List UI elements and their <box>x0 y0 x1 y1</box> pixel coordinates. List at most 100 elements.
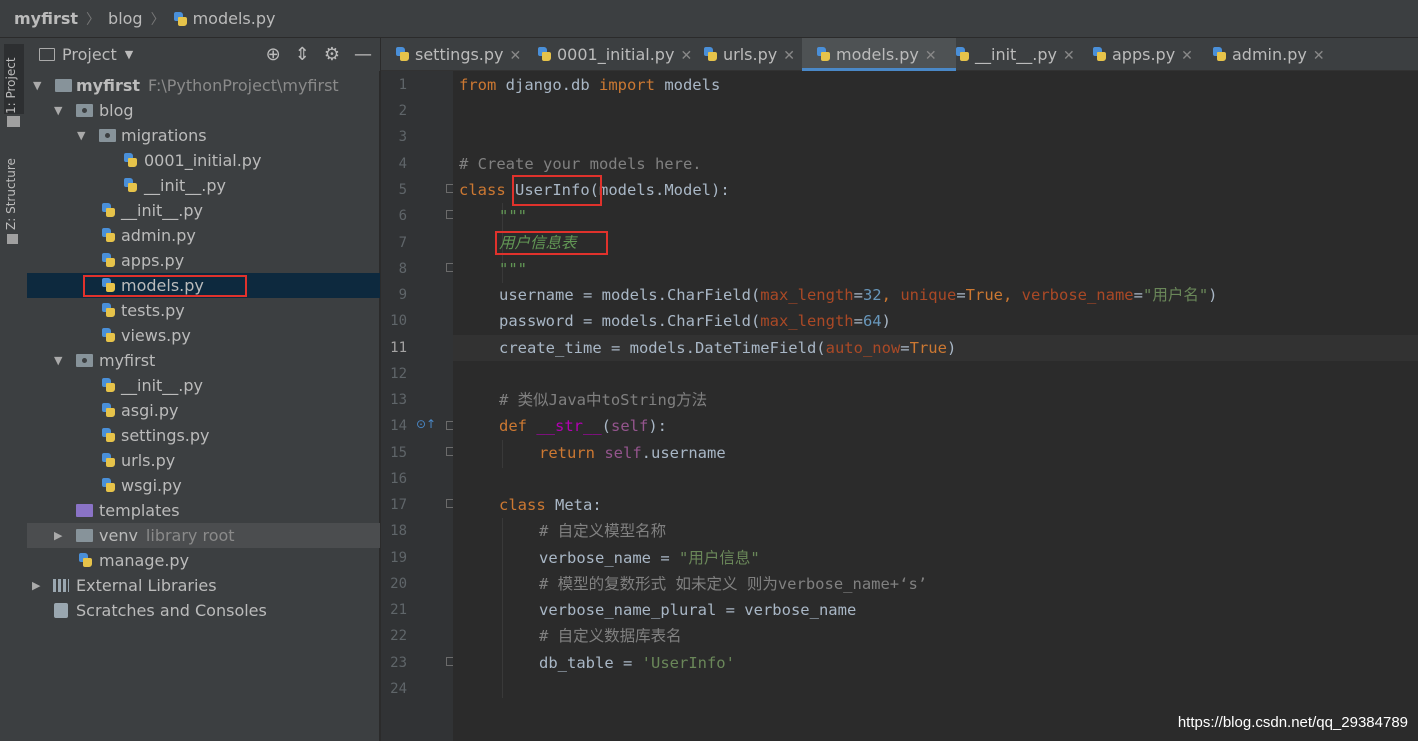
python-file-icon <box>101 377 116 393</box>
code-editor[interactable]: from django.db import models # Create yo… <box>453 71 1418 741</box>
highlight-box <box>512 175 602 206</box>
breadcrumb-item-file[interactable]: models.py <box>193 9 276 28</box>
tree-item-wsgi[interactable]: wsgi.py <box>27 473 380 498</box>
tree-item-tests[interactable]: tests.py <box>27 298 380 323</box>
tab-admin[interactable]: admin.py ✕ <box>1206 38 1332 71</box>
expand-arrow-icon[interactable]: ▼ <box>33 73 45 98</box>
expand-arrow-icon[interactable]: ▼ <box>54 98 66 123</box>
close-icon[interactable]: ✕ <box>783 48 795 64</box>
tree-item-migrations[interactable]: ▼ migrations <box>27 123 380 148</box>
override-method-icon[interactable]: ⊙↑ <box>416 417 436 431</box>
tree-item-migrations-init[interactable]: __init__.py <box>27 173 380 198</box>
python-file-icon <box>1212 46 1227 62</box>
line-number: 16 <box>390 471 407 487</box>
tree-item-external-libraries[interactable]: ▶ External Libraries <box>27 573 380 598</box>
folder-icon <box>7 116 20 127</box>
tab-models[interactable]: models.py ✕ <box>802 38 956 71</box>
locate-icon[interactable]: ⊕ <box>266 44 281 65</box>
tree-item-myfirst-root[interactable]: ▼ myfirst F:\PythonProject\myfirst <box>27 73 380 98</box>
code-line-14: def __str__(self): <box>499 417 668 435</box>
line-number: 12 <box>390 366 407 382</box>
close-icon[interactable]: ✕ <box>1181 48 1193 64</box>
code-line-11: create_time = models.DateTimeField(auto_… <box>499 339 957 357</box>
tool-window-stripe: 1: Project Z: Structure <box>0 38 28 741</box>
close-icon[interactable]: ✕ <box>680 48 692 64</box>
python-file-icon <box>703 46 718 62</box>
tree-item-admin[interactable]: admin.py <box>27 223 380 248</box>
collapse-arrow-icon[interactable]: ▶ <box>32 573 44 598</box>
code-line-15: return self.username <box>539 444 726 462</box>
python-file-icon <box>395 46 410 62</box>
indent-guide <box>502 518 503 698</box>
tree-item-myfirst-pkg[interactable]: ▼ myfirst <box>27 348 380 373</box>
project-view-selector[interactable]: Project <box>62 45 117 64</box>
gear-icon[interactable]: ⚙ <box>324 44 340 65</box>
project-panel-header: Project ▼ ⊕ ⇕ ⚙ — <box>27 38 380 71</box>
line-number: 7 <box>398 235 407 251</box>
hide-icon[interactable]: — <box>354 44 372 65</box>
python-file-icon <box>955 46 970 62</box>
tree-item-venv[interactable]: ▶ venv library root <box>27 523 380 548</box>
tab-settings[interactable]: settings.py ✕ <box>389 38 525 71</box>
tree-item-asgi[interactable]: asgi.py <box>27 398 380 423</box>
tree-item-blog[interactable]: ▼ blog <box>27 98 380 123</box>
python-file-icon <box>101 452 116 468</box>
tree-item-settings[interactable]: settings.py <box>27 423 380 448</box>
collapse-arrow-icon[interactable]: ▶ <box>54 523 66 548</box>
python-file-icon <box>101 402 116 418</box>
python-file-icon <box>78 552 93 568</box>
tab-urls[interactable]: urls.py ✕ <box>697 38 803 71</box>
line-number: 17 <box>390 497 407 513</box>
close-icon[interactable]: ✕ <box>510 48 522 64</box>
project-view-icon <box>39 48 55 61</box>
breadcrumb-item-blog[interactable]: blog <box>108 9 143 28</box>
package-folder-icon <box>99 129 116 142</box>
line-number-gutter[interactable]: 1 2 3 4 5 6 7 8 9 10 11 12 13 14 15 16 1… <box>381 71 454 741</box>
line-number: 5 <box>398 182 407 198</box>
templates-folder-icon <box>76 504 93 517</box>
close-icon[interactable]: ✕ <box>1063 48 1075 64</box>
tab-init[interactable]: __init__.py ✕ <box>949 38 1085 71</box>
breadcrumb-item-project[interactable]: myfirst <box>14 9 78 28</box>
tree-item-0001-initial[interactable]: 0001_initial.py <box>27 148 380 173</box>
tree-item-urls[interactable]: urls.py <box>27 448 380 473</box>
chevron-down-icon[interactable]: ▼ <box>125 48 133 61</box>
folder-icon <box>76 529 93 542</box>
tree-item-blog-init[interactable]: __init__.py <box>27 198 380 223</box>
tree-item-manage[interactable]: manage.py <box>27 548 380 573</box>
tree-item-views[interactable]: views.py <box>27 323 380 348</box>
line-number: 18 <box>390 523 407 539</box>
python-file-icon <box>537 46 552 62</box>
libraries-icon <box>53 579 69 592</box>
code-line-17: class Meta: <box>499 496 602 514</box>
line-number: 22 <box>390 628 407 644</box>
line-number: 19 <box>390 550 407 566</box>
collapse-all-icon[interactable]: ⇕ <box>295 44 310 65</box>
line-number: 11 <box>390 340 407 356</box>
python-file-icon <box>101 327 116 343</box>
expand-arrow-icon[interactable]: ▼ <box>54 348 66 373</box>
tab-0001-initial[interactable]: 0001_initial.py ✕ <box>531 38 692 71</box>
tree-item-apps[interactable]: apps.py <box>27 248 380 273</box>
scratches-icon <box>54 603 68 618</box>
tree-item-templates[interactable]: templates <box>27 498 380 523</box>
structure-tool-button[interactable]: Z: Structure <box>4 150 24 230</box>
code-line-4: # Create your models here. <box>459 155 702 173</box>
close-icon[interactable]: ✕ <box>925 48 937 64</box>
python-file-icon <box>1092 46 1107 62</box>
python-file-icon <box>101 427 116 443</box>
line-number: 6 <box>398 208 407 224</box>
python-file-icon <box>123 177 138 193</box>
expand-arrow-icon[interactable]: ▼ <box>77 123 89 148</box>
code-line-13: # 类似Java中toString方法 <box>499 391 708 409</box>
tab-apps[interactable]: apps.py ✕ <box>1086 38 1202 71</box>
line-number: 3 <box>398 129 407 145</box>
python-file-icon <box>101 302 116 318</box>
python-file-icon <box>101 227 116 243</box>
code-line-18: # 自定义模型名称 <box>539 522 667 540</box>
close-icon[interactable]: ✕ <box>1313 48 1325 64</box>
project-tool-button[interactable]: 1: Project <box>4 44 24 114</box>
tree-item-scratches[interactable]: Scratches and Consoles <box>27 598 380 623</box>
tree-item-myfirst-init[interactable]: __init__.py <box>27 373 380 398</box>
python-file-icon <box>816 46 831 62</box>
